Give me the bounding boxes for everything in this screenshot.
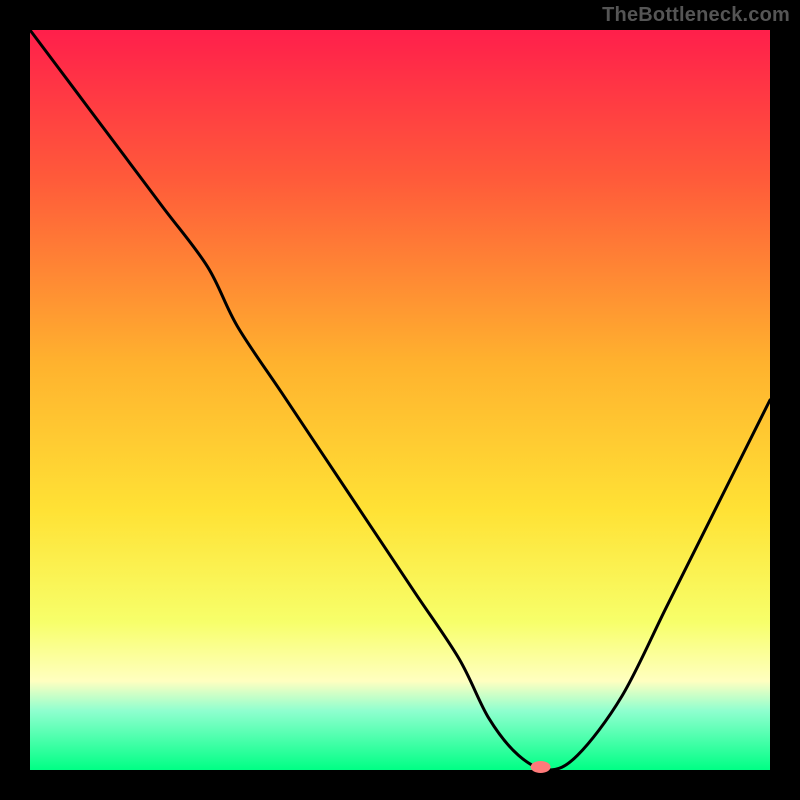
bottleneck-chart (0, 0, 800, 800)
watermark-label: TheBottleneck.com (602, 4, 790, 27)
optimal-marker (531, 761, 551, 773)
chart-stage: TheBottleneck.com (0, 0, 800, 800)
chart-gradient-bg (30, 30, 770, 770)
